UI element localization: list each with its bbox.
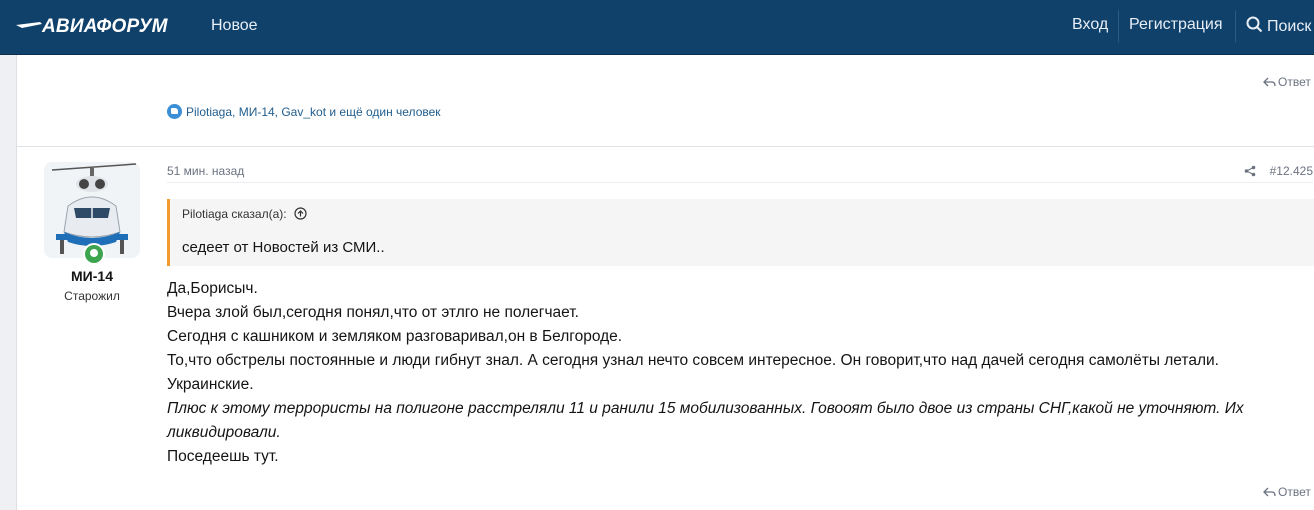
message-line: Да,Борисыч. bbox=[167, 280, 258, 297]
message-line: Украинские. bbox=[167, 376, 254, 393]
reply-label: Ответ bbox=[1278, 485, 1311, 499]
search-label: Поиск bbox=[1267, 18, 1312, 35]
reply-icon bbox=[1263, 487, 1276, 497]
post-number[interactable]: #12.425 bbox=[1270, 164, 1313, 178]
reply-label: Ответ bbox=[1278, 75, 1311, 89]
message-line-italic: ликвидировали. bbox=[167, 424, 281, 441]
post-header-divider bbox=[167, 182, 1313, 183]
message-line: То,что обстрелы постоянные и люди гибнут… bbox=[167, 352, 1219, 369]
quote-author[interactable]: Pilotiaga сказал(а): bbox=[182, 207, 307, 221]
quote-author-label: Pilotiaga сказал(а): bbox=[182, 207, 287, 221]
nav-new-link[interactable]: Новое bbox=[211, 17, 258, 35]
reply-icon bbox=[1263, 77, 1276, 87]
quote-block: Pilotiaga сказал(а): седеет от Новостей … bbox=[167, 199, 1314, 266]
login-link[interactable]: Вход bbox=[1072, 16, 1108, 34]
nav-divider bbox=[1118, 10, 1119, 42]
logo-plane-icon bbox=[16, 22, 42, 28]
register-link[interactable]: Регистрация bbox=[1129, 16, 1223, 34]
online-status-badge bbox=[83, 243, 105, 265]
message-line: Поседеешь тут. bbox=[167, 448, 279, 465]
thread-content: Ответ Pilotiaga, МИ-14, Gav_kot и ещё од… bbox=[16, 55, 1314, 510]
reactions-bar[interactable]: Pilotiaga, МИ-14, Gav_kot и ещё один чел… bbox=[167, 104, 441, 119]
message-line: Сегодня с кашником и земляком разговарив… bbox=[167, 328, 623, 345]
logo-text: АВИАФОРУМ bbox=[42, 16, 168, 37]
post-message: Да,Борисыч. Вчера злой был,сегодня понял… bbox=[167, 277, 1307, 469]
share-icon[interactable] bbox=[1244, 165, 1256, 177]
post-number-link[interactable]: #12.425 bbox=[1244, 164, 1313, 178]
message-line-italic: Плюс к этому террористы на полигоне расс… bbox=[167, 400, 1244, 417]
online-user-icon bbox=[85, 245, 103, 263]
top-navigation-bar: АВИАФОРУМ Новое Вход Регистрация Поиск bbox=[0, 0, 1314, 55]
quote-text: седеет от Новостей из СМИ.. bbox=[182, 239, 385, 256]
message-line: Вчера злой был,сегодня понял,что от этлг… bbox=[167, 304, 579, 321]
search-link[interactable]: Поиск bbox=[1246, 16, 1311, 36]
nav-divider bbox=[1235, 10, 1236, 42]
post-divider bbox=[17, 146, 1314, 147]
post-timestamp[interactable]: 51 мин. назад bbox=[167, 164, 244, 178]
author-name[interactable]: МИ-14 bbox=[17, 268, 167, 284]
like-icon bbox=[167, 104, 182, 119]
author-title: Старожил bbox=[64, 289, 120, 303]
prev-reply-button[interactable]: Ответ bbox=[1263, 75, 1311, 89]
jump-to-quote-icon[interactable] bbox=[294, 207, 307, 220]
reactions-users[interactable]: Pilotiaga, МИ-14, Gav_kot и ещё один чел… bbox=[186, 105, 441, 119]
reply-button[interactable]: Ответ bbox=[1263, 485, 1311, 499]
search-icon bbox=[1246, 16, 1263, 33]
